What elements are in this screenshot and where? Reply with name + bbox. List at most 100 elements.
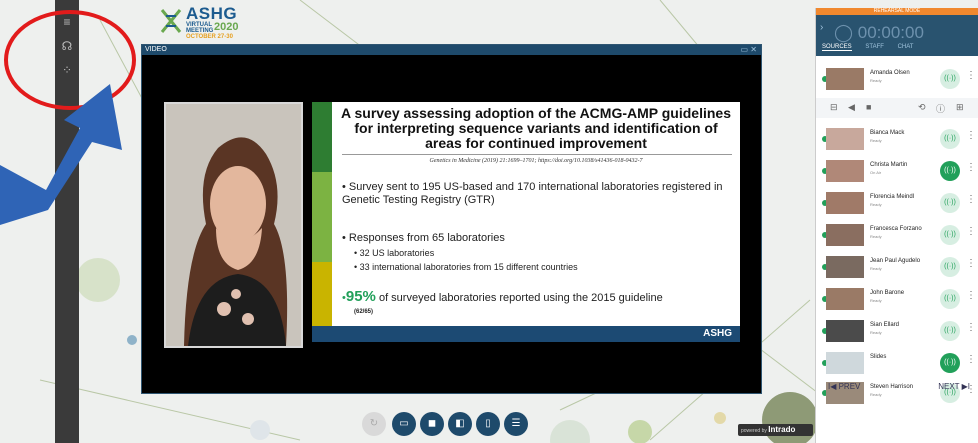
slide-percent: 95%: [345, 288, 376, 305]
source-name: Jean Paul Agudelo: [870, 258, 921, 264]
screen-icon[interactable]: ▭: [392, 412, 416, 436]
more-icon[interactable]: ⋮: [966, 130, 976, 141]
left-toolbar: ≡ ☊ ⁘: [55, 0, 79, 443]
source-row[interactable]: Florencia Meindl Ready ((·)) ⋮: [816, 188, 978, 220]
stethoscope-icon[interactable]: ☊: [59, 38, 75, 54]
dna-logo-icon: [160, 9, 182, 33]
source-row[interactable]: Slides ((·)) ⋮: [816, 348, 978, 380]
source-name: Slides: [870, 354, 887, 360]
slide-bullet-2: • Responses from 65 laboratories: [342, 232, 505, 244]
source-status: Ready: [870, 234, 882, 239]
source-status: Ready: [870, 298, 882, 303]
tab-staff[interactable]: STAFF: [865, 44, 884, 50]
qa-icon[interactable]: ◧: [448, 412, 472, 436]
source-row[interactable]: Jean Paul Agudelo Ready ((·)) ⋮: [816, 252, 978, 284]
slide-footer: ASHG: [312, 326, 740, 342]
source-name: Sian Ellard: [870, 322, 900, 328]
slide-subbullet-1: • 32 US laboratories: [354, 248, 435, 258]
panel-tabs: SOURCES STAFF CHAT: [816, 44, 919, 51]
source-name: John Barone: [870, 290, 905, 296]
more-icon[interactable]: ⋮: [966, 162, 976, 173]
on-air-toggle[interactable]: ((·)): [940, 193, 960, 213]
source-row[interactable]: Sian Ellard Ready ((·)) ⋮: [816, 316, 978, 348]
chat-icon[interactable]: ◼: [420, 412, 444, 436]
source-thumbnail: [826, 128, 864, 150]
source-row[interactable]: Christa Martin On Air ((·)) ⋮: [816, 156, 978, 188]
source-status: Ready: [870, 202, 882, 207]
panel-pagination: I◀ PREV NEXT ▶I: [816, 378, 978, 396]
source-row[interactable]: John Barone Ready ((·)) ⋮: [816, 284, 978, 316]
network-icon[interactable]: ⁘: [59, 62, 75, 78]
logo-virtual: VIRTUAL MEETING: [186, 22, 214, 34]
presenter-image: [166, 104, 301, 346]
slide-footer-logo: ASHG: [703, 328, 732, 339]
slide-subbullet-2: • 33 international laboratories from 15 …: [354, 262, 578, 272]
slide-bullet-3-text: of surveyed laboratories reported using …: [375, 292, 663, 304]
more-icon[interactable]: ⋮: [966, 226, 976, 237]
source-name: Florencia Meindl: [870, 194, 915, 200]
share-icon[interactable]: ⊞: [956, 102, 964, 113]
video-window: VIDEO ▭ ✕ A survey assessing adoption of…: [141, 44, 762, 394]
list-icon[interactable]: ☰: [504, 412, 528, 436]
rehearsal-banner: REHEARSAL MODE: [816, 8, 978, 15]
more-icon[interactable]: ⋮: [966, 354, 976, 365]
source-name: Christa Martin: [870, 162, 908, 168]
on-air-toggle[interactable]: ((·)): [940, 257, 960, 277]
more-icon[interactable]: ⋮: [966, 70, 976, 81]
more-icon[interactable]: ⋮: [966, 322, 976, 333]
video-header: VIDEO ▭ ✕: [142, 45, 761, 55]
ashg-logo: ASHG VIRTUAL MEETING 2020 OCTOBER 27-30: [160, 4, 280, 40]
source-thumbnail: [826, 192, 864, 214]
presentation-slide: A survey assessing adoption of the ACMG-…: [312, 102, 740, 342]
slide-bullet-3: •95% of surveyed laboratories reported u…: [342, 288, 663, 305]
on-air-toggle[interactable]: ((·)): [940, 161, 960, 181]
source-row[interactable]: Bianca Mack Ready ((·)) ⋮: [816, 124, 978, 156]
window-controls[interactable]: ▭ ✕: [741, 45, 757, 55]
timer: ◯ 00:00:00: [834, 23, 924, 42]
source-thumbnail: [826, 352, 864, 374]
refresh-icon[interactable]: ↻: [362, 412, 386, 436]
document-icon[interactable]: ▯: [476, 412, 500, 436]
source-row[interactable]: Francesca Forzano Ready ((·)) ⋮: [816, 220, 978, 252]
source-thumbnail: [826, 224, 864, 246]
more-icon[interactable]: ⋮: [966, 194, 976, 205]
video-title: VIDEO: [145, 46, 167, 53]
source-status: Ready: [870, 330, 882, 335]
slide-bullet-1: • Survey sent to 195 US-based and 170 in…: [342, 181, 723, 206]
collapse-chevron-icon[interactable]: ›: [820, 22, 823, 33]
more-icon[interactable]: ⋮: [966, 258, 976, 269]
source-status: On Air: [870, 170, 882, 175]
source-status: Ready: [870, 138, 882, 143]
powered-by-badge: powered by Intrado: [738, 424, 813, 436]
next-button[interactable]: NEXT ▶I: [938, 382, 970, 391]
on-air-toggle[interactable]: ((·)): [940, 289, 960, 309]
source-thumbnail: [826, 160, 864, 182]
on-air-toggle[interactable]: ((·)): [940, 69, 960, 89]
source-thumbnail: [826, 320, 864, 342]
source-name: Bianca Mack: [870, 130, 905, 136]
volume-icon[interactable]: ◀: [848, 102, 855, 113]
menu-icon[interactable]: ≡: [59, 14, 75, 30]
slide-fraction: (62/65): [354, 309, 374, 315]
swap-icon[interactable]: ⟲: [918, 102, 926, 113]
source-row-first[interactable]: Amanda Olsen Ready ((·)) ⋮: [816, 64, 978, 96]
slide-title: A survey assessing adoption of the ACMG-…: [341, 105, 731, 151]
source-thumbnail: [826, 288, 864, 310]
prev-button[interactable]: I◀ PREV: [828, 382, 860, 391]
layout-icon[interactable]: ⊟: [830, 102, 838, 113]
on-air-toggle[interactable]: ((·)): [940, 225, 960, 245]
presenter-camera: [164, 102, 303, 348]
logo-date: OCTOBER 27-30: [186, 34, 233, 40]
tab-sources[interactable]: SOURCES: [822, 44, 852, 51]
on-air-toggle[interactable]: ((·)): [940, 129, 960, 149]
on-air-toggle[interactable]: ((·)): [940, 353, 960, 373]
panel-header: REHEARSAL MODE › ◯ 00:00:00 SOURCES STAF…: [816, 8, 978, 56]
tab-chat[interactable]: CHAT: [898, 44, 914, 50]
camera-icon[interactable]: ■: [866, 102, 871, 112]
source-toolbar: ⊟ ◀ ■ ⟲ ⓘ ⊞: [816, 98, 978, 118]
on-air-toggle[interactable]: ((·)): [940, 321, 960, 341]
source-thumbnail: [826, 256, 864, 278]
info-icon[interactable]: ⓘ: [936, 102, 945, 115]
source-status: Ready: [870, 266, 882, 271]
more-icon[interactable]: ⋮: [966, 290, 976, 301]
